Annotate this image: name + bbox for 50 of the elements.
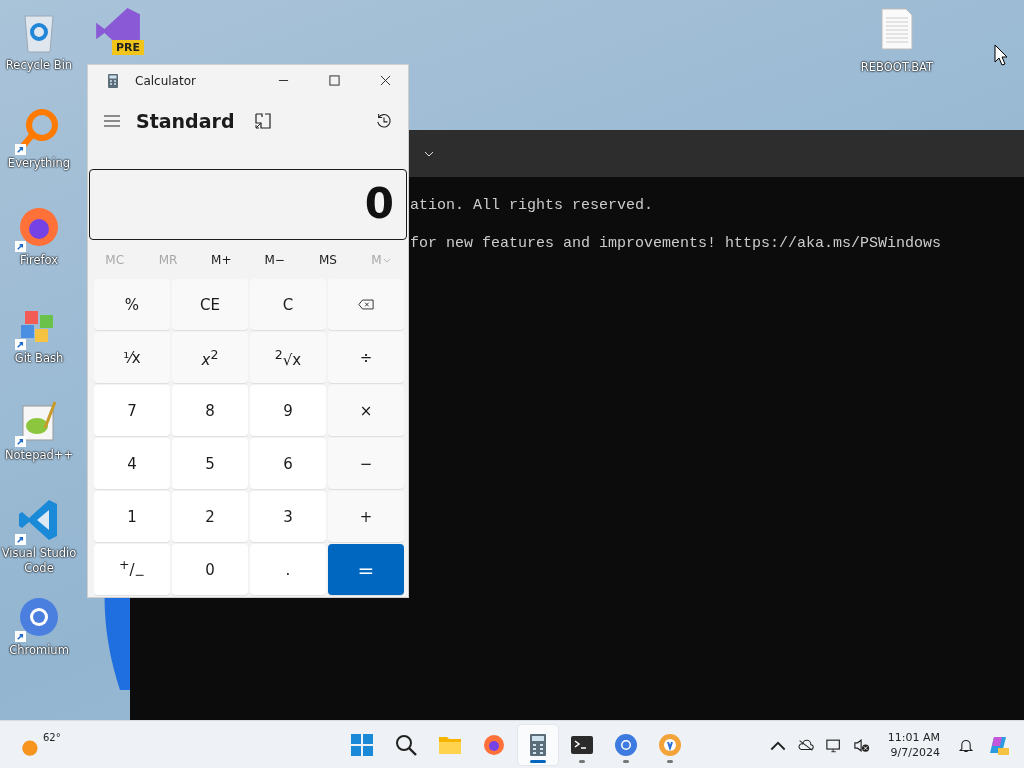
digit-button[interactable]: 8 xyxy=(172,385,248,436)
digit-button[interactable]: 2 xyxy=(172,491,248,542)
digit-button[interactable]: 0 xyxy=(172,544,248,595)
calculator-icon xyxy=(108,73,118,88)
preview-badge: PRE xyxy=(112,40,145,55)
memory-button[interactable]: M+ xyxy=(194,249,248,272)
speaker-muted-icon[interactable] xyxy=(853,737,870,753)
digit-button[interactable]: $^{+}$/$_{−}$ xyxy=(94,544,170,595)
chevron-down-icon[interactable] xyxy=(424,150,434,157)
window-title: Calculator xyxy=(135,73,196,88)
equals-button[interactable]: = xyxy=(328,544,404,595)
digit-button[interactable]: 1 xyxy=(94,491,170,542)
result-display: 0 xyxy=(89,168,407,241)
terminal-output-line: for new features and improvements! https://aka.ms/PSWindows xyxy=(410,235,943,254)
operator-button[interactable]: + xyxy=(328,491,404,542)
mouse-pointer-icon xyxy=(994,44,1008,66)
digit-button[interactable]: 5 xyxy=(172,438,248,489)
close-icon[interactable] xyxy=(380,75,391,87)
bell-icon[interactable] xyxy=(958,737,974,753)
history-icon[interactable] xyxy=(376,112,392,129)
operator-button[interactable]: x$^{2}$ xyxy=(172,332,248,383)
terminal-output-line: ation. All rights reserved. xyxy=(410,197,655,216)
clock-date[interactable]: 9/7/2024 xyxy=(890,745,940,760)
digit-button[interactable]: 7 xyxy=(94,385,170,436)
operator-button[interactable]: CE xyxy=(172,279,248,330)
cloud-off-icon[interactable] xyxy=(797,737,814,753)
operator-button[interactable]: $^{2}$√x xyxy=(250,332,326,383)
backspace-icon xyxy=(358,299,374,310)
taskbar-calculator-icon[interactable] xyxy=(518,725,558,765)
menu-icon[interactable] xyxy=(104,112,120,129)
digit-button[interactable]: 3 xyxy=(250,491,326,542)
keep-on-top-icon[interactable] xyxy=(254,112,271,129)
digit-button[interactable]: 6 xyxy=(250,438,326,489)
temperature-text: 62° xyxy=(43,732,61,743)
memory-button[interactable]: MS xyxy=(301,249,355,272)
operator-button[interactable]: × xyxy=(328,385,404,436)
network-icon[interactable] xyxy=(825,737,842,753)
operator-button[interactable]: C xyxy=(250,279,326,330)
operator-button[interactable]: % xyxy=(94,279,170,330)
operator-button[interactable]: ¹⁄x xyxy=(94,332,170,383)
digit-button[interactable]: 4 xyxy=(94,438,170,489)
operator-button[interactable]: − xyxy=(328,438,404,489)
memory-button[interactable]: M− xyxy=(248,249,302,272)
operator-button[interactable]: ÷ xyxy=(328,332,404,383)
digit-button[interactable]: . xyxy=(250,544,326,595)
clock-time[interactable]: 11:01 AM xyxy=(887,730,940,745)
digit-button[interactable]: 9 xyxy=(250,385,326,436)
mode-title: Standard xyxy=(136,109,235,132)
chevron-down-icon xyxy=(383,257,392,263)
maximize-icon[interactable] xyxy=(329,75,340,87)
